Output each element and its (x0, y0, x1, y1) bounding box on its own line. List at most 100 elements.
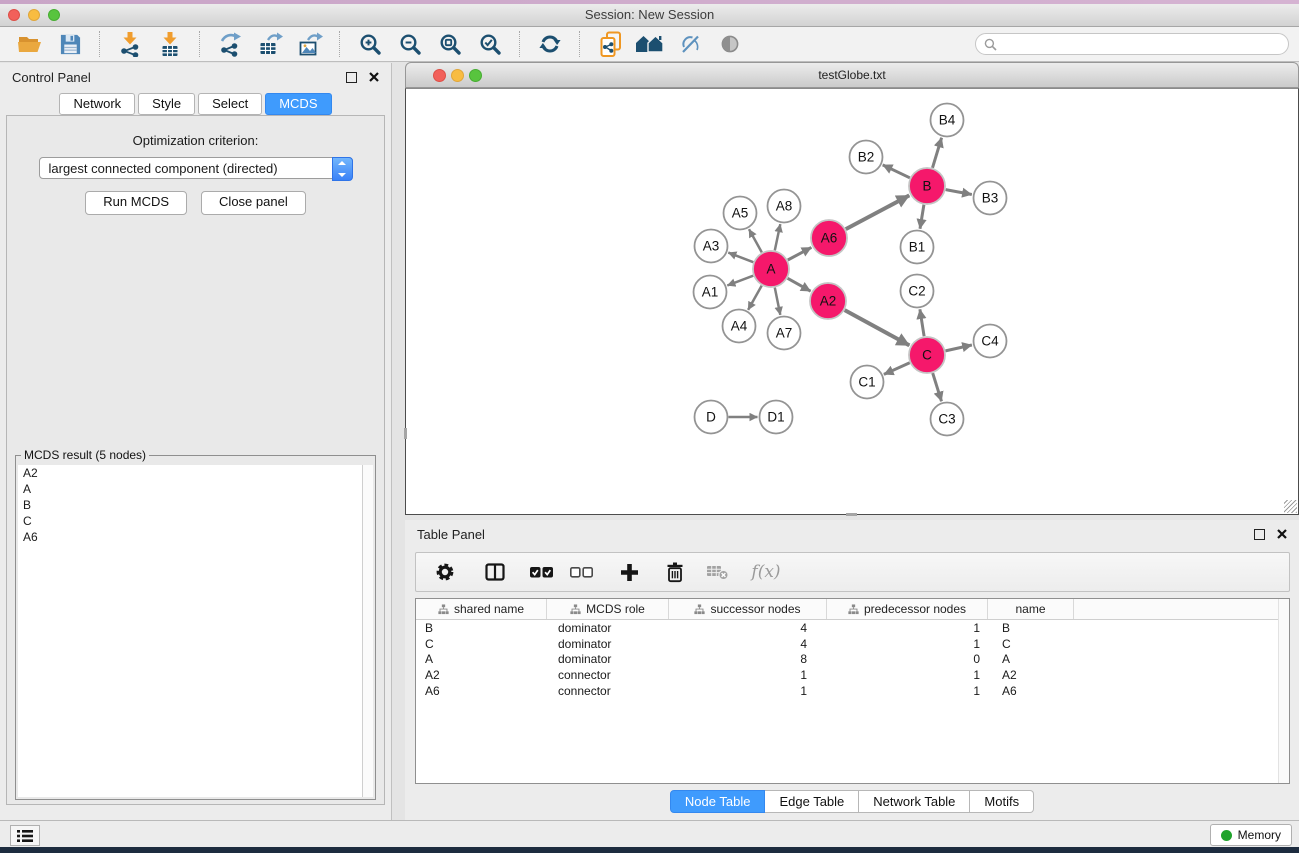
export-table-button[interactable] (250, 28, 290, 60)
import-table-button[interactable] (150, 28, 190, 60)
add-column-button[interactable] (614, 556, 644, 588)
graph-node-C3[interactable]: C3 (931, 403, 964, 436)
graph-edge-C-C3[interactable] (933, 373, 942, 401)
column-header-shared-name[interactable]: shared name (416, 599, 547, 619)
network-close-button[interactable] (433, 69, 446, 82)
float-table-panel-icon[interactable] (1254, 529, 1265, 540)
table-row[interactable]: Cdominator41C (416, 636, 1289, 652)
graph-node-A4[interactable]: A4 (723, 310, 756, 343)
mcds-result-item[interactable]: A6 (18, 529, 363, 545)
tab-node-table[interactable]: Node Table (670, 790, 766, 813)
column-header-successor-nodes[interactable]: successor nodes (669, 599, 827, 619)
mcds-result-scrollbar[interactable] (362, 465, 373, 797)
graph-node-B1[interactable]: B1 (901, 231, 934, 264)
graph-node-B3[interactable]: B3 (974, 182, 1007, 215)
select-all-button[interactable] (526, 556, 556, 588)
table-scrollbar[interactable] (1278, 599, 1289, 783)
search-box[interactable] (975, 33, 1289, 55)
graph-edge-C-C2[interactable] (920, 309, 924, 336)
tab-network-table[interactable]: Network Table (859, 790, 970, 813)
window-edge-handle[interactable] (404, 428, 407, 439)
view-mode-button[interactable] (710, 28, 750, 60)
tab-motifs[interactable]: Motifs (970, 790, 1034, 813)
graph-node-A6[interactable]: A6 (811, 220, 847, 256)
graph-edge-B-B2[interactable] (883, 165, 910, 178)
graph-node-A5[interactable]: A5 (724, 197, 757, 230)
column-header-predecessor-nodes[interactable]: predecessor nodes (827, 599, 988, 619)
graph-node-A7[interactable]: A7 (768, 317, 801, 350)
export-network-button[interactable] (210, 28, 250, 60)
graph-edge-B-B1[interactable] (920, 205, 924, 229)
search-input[interactable] (997, 36, 1280, 52)
graph-edge-B-B3[interactable] (946, 190, 972, 195)
graph-node-C1[interactable]: C1 (851, 366, 884, 399)
mcds-result-list[interactable]: A2ABCA6 (18, 465, 363, 797)
open-session-button[interactable] (10, 28, 50, 60)
graph-node-C[interactable]: C (909, 337, 945, 373)
network-minimize-button[interactable] (451, 69, 464, 82)
tab-select[interactable]: Select (198, 93, 262, 115)
graph-node-B2[interactable]: B2 (850, 141, 883, 174)
network-window-titlebar[interactable]: testGlobe.txt (405, 62, 1299, 88)
zoom-out-button[interactable] (390, 28, 430, 60)
tab-network[interactable]: Network (59, 93, 135, 115)
tab-edge-table[interactable]: Edge Table (765, 790, 859, 813)
graph-edge-C-C1[interactable] (884, 363, 910, 375)
graph-edge-A-A2[interactable] (788, 278, 811, 291)
graph-edge-A6-B[interactable] (846, 195, 910, 229)
float-panel-icon[interactable] (346, 72, 357, 83)
criterion-select[interactable]: largest connected component (directed) (39, 157, 353, 179)
hide-panels-button[interactable] (670, 28, 710, 60)
graph-node-A[interactable]: A (753, 251, 789, 287)
column-header-mcds-role[interactable]: MCDS role (547, 599, 669, 619)
mcds-result-item[interactable]: C (18, 513, 363, 529)
close-panel-button[interactable]: Close panel (201, 191, 306, 215)
save-session-button[interactable] (50, 28, 90, 60)
zoom-window-button[interactable] (48, 9, 60, 21)
graph-node-A2[interactable]: A2 (810, 283, 846, 319)
select-stepper-icon[interactable] (332, 157, 353, 181)
graph-edge-A-A7[interactable] (775, 288, 781, 315)
table-row[interactable]: Adominator80A (416, 652, 1289, 668)
delete-table-button[interactable] (702, 556, 734, 588)
function-builder-button[interactable]: f(x) (746, 556, 786, 588)
graph-edge-A-A1[interactable] (727, 276, 753, 286)
graph-edge-B-B4[interactable] (933, 138, 942, 168)
graph-node-C4[interactable]: C4 (974, 325, 1007, 358)
graph-edge-A2-C[interactable] (845, 310, 910, 345)
graph-node-D1[interactable]: D1 (760, 401, 793, 434)
memory-button[interactable]: Memory (1210, 824, 1292, 846)
graph-node-A3[interactable]: A3 (695, 230, 728, 263)
table-row[interactable]: A6connector11A6 (416, 683, 1289, 699)
graph-node-B[interactable]: B (909, 168, 945, 204)
table-settings-button[interactable] (428, 556, 462, 588)
resize-grip-icon[interactable] (1284, 500, 1297, 513)
home-button[interactable] (630, 28, 670, 60)
graph-edge-A-A5[interactable] (749, 229, 762, 252)
clipboard-network-button[interactable] (590, 28, 630, 60)
graph-node-A8[interactable]: A8 (768, 190, 801, 223)
graph-edge-A-A6[interactable] (788, 247, 812, 260)
graph-node-C2[interactable]: C2 (901, 275, 934, 308)
close-panel-icon[interactable] (369, 72, 379, 82)
network-view-canvas[interactable]: B4 B2 B B3 A8 A5 A6 A3 B1 A C2 A1 A2 A4 A7 C4 C C1 C3 D D1 (405, 88, 1299, 515)
graph-node-A1[interactable]: A1 (694, 276, 727, 309)
table-row[interactable]: Bdominator41B (416, 620, 1289, 636)
graph-edge-A-A4[interactable] (748, 286, 762, 310)
graph-node-D[interactable]: D (695, 401, 728, 434)
graph-node-B4[interactable]: B4 (931, 104, 964, 137)
import-network-button[interactable] (110, 28, 150, 60)
zoom-in-button[interactable] (350, 28, 390, 60)
export-image-button[interactable] (290, 28, 330, 60)
show-columns-button[interactable] (478, 556, 512, 588)
zoom-selected-button[interactable] (470, 28, 510, 60)
minimize-window-button[interactable] (28, 9, 40, 21)
refresh-button[interactable] (530, 28, 570, 60)
network-zoom-button[interactable] (469, 69, 482, 82)
close-table-panel-icon[interactable] (1277, 529, 1287, 539)
close-window-button[interactable] (8, 9, 20, 21)
task-history-button[interactable] (10, 825, 40, 846)
mcds-result-item[interactable]: A (18, 481, 363, 497)
column-header-name[interactable]: name (988, 599, 1074, 619)
mcds-result-item[interactable]: B (18, 497, 363, 513)
